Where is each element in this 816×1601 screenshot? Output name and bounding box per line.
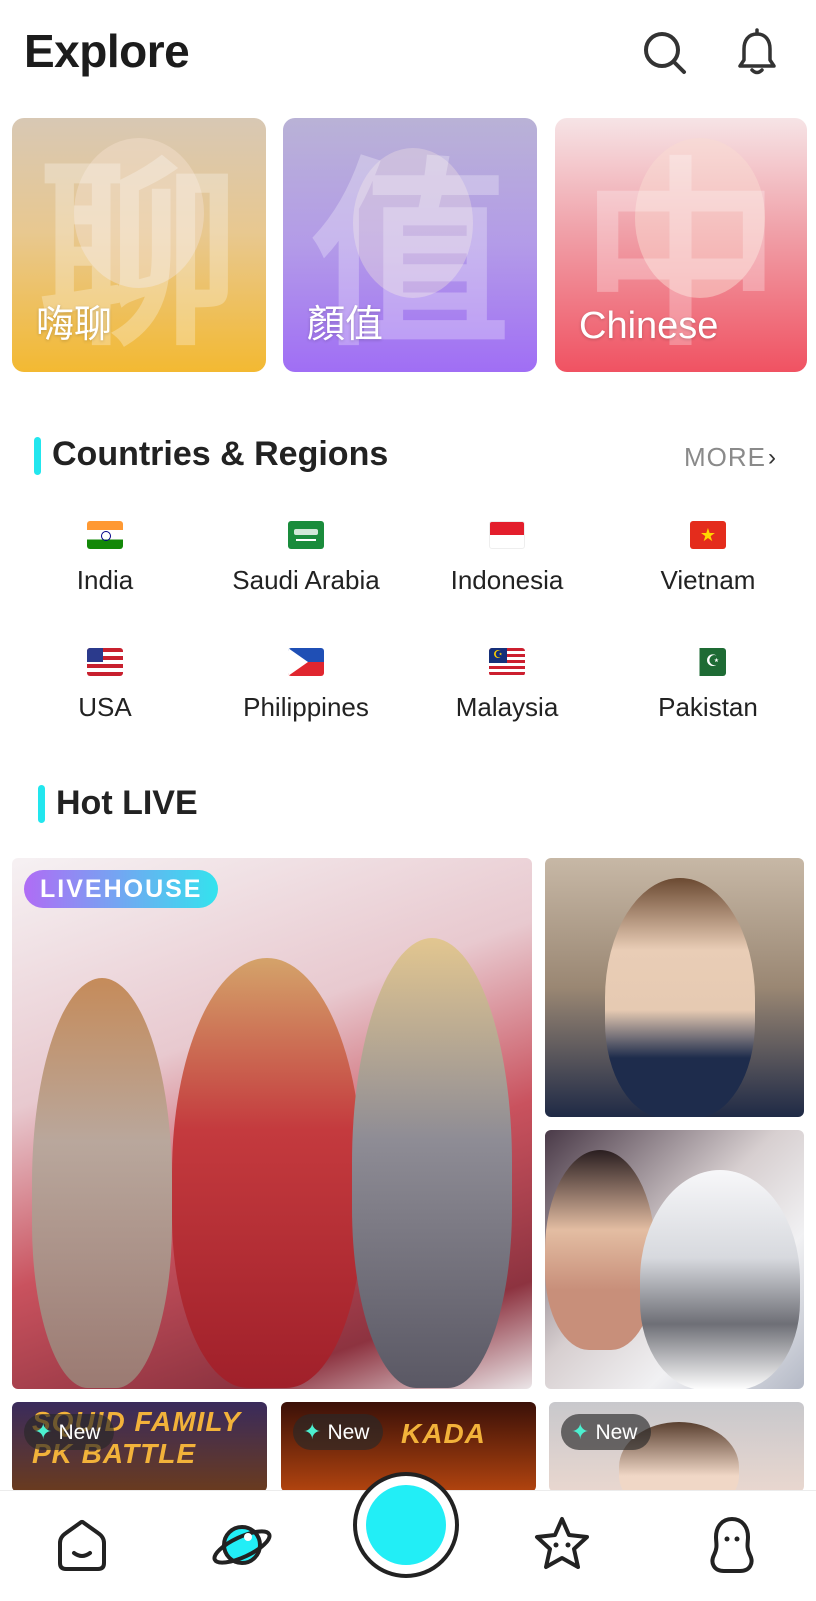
live-room-tile[interactable] — [545, 1130, 804, 1389]
country-item-usa[interactable]: USA — [10, 648, 200, 723]
performer-image — [352, 938, 512, 1388]
country-item-saudi-arabia[interactable]: Saudi Arabia — [211, 521, 401, 596]
country-item-philippines[interactable]: Philippines — [211, 648, 401, 723]
country-item-vietnam[interactable]: ★ Vietnam — [613, 521, 803, 596]
philippines-flag-icon — [288, 648, 324, 676]
explore-planet-icon[interactable] — [210, 1513, 274, 1577]
live-room-tile[interactable]: SQUID FAMILY PK BATTLE ✦ New — [12, 1402, 267, 1492]
new-pill: ✦ New — [24, 1414, 115, 1450]
country-name: USA — [78, 692, 132, 722]
more-link[interactable]: MORE — [684, 442, 766, 473]
performer-image — [172, 958, 362, 1388]
category-label: 嗨聊 — [36, 304, 113, 346]
live-room-tile-livehouse[interactable]: LIVEHOUSE — [12, 858, 532, 1389]
category-card-looks[interactable]: 值 顏值 — [283, 118, 537, 372]
country-name: Malaysia — [455, 692, 559, 722]
new-pill: ✦ New — [561, 1414, 652, 1450]
country-name: Indonesia — [450, 565, 564, 595]
live-button-core — [366, 1485, 446, 1565]
indonesia-flag-icon — [489, 521, 525, 549]
section-accent-bar — [38, 785, 45, 823]
vietnam-flag-icon: ★ — [690, 521, 726, 549]
go-live-button[interactable] — [353, 1472, 459, 1578]
category-card-haichat[interactable]: 聊 嗨聊 — [12, 118, 266, 372]
streamer-image — [545, 1150, 655, 1350]
category-label: Chinese — [579, 305, 719, 347]
hot-live-title: Hot LIVE — [56, 784, 198, 822]
live-room-tile[interactable]: ✦ New — [549, 1402, 804, 1492]
country-name: Vietnam — [660, 565, 756, 595]
sparkle-icon: ✦ — [34, 1419, 53, 1444]
chevron-right-icon[interactable]: › — [768, 444, 776, 472]
sparkle-icon: ✦ — [571, 1419, 590, 1444]
country-name: India — [76, 565, 134, 595]
india-flag-icon — [87, 521, 123, 549]
country-name: Pakistan — [658, 692, 758, 722]
home-icon[interactable] — [50, 1513, 114, 1577]
country-name: Saudi Arabia — [232, 565, 380, 595]
country-item-indonesia[interactable]: Indonesia — [412, 521, 602, 596]
countries-section-title: Countries & Regions — [52, 435, 389, 473]
new-pill: ✦ New — [293, 1414, 384, 1450]
pakistan-flag-icon: ☪ — [690, 648, 726, 676]
bell-icon[interactable] — [732, 28, 782, 78]
performer-image — [32, 978, 172, 1388]
usa-flag-icon — [87, 648, 123, 676]
live-room-tile[interactable] — [545, 858, 804, 1117]
section-accent-bar — [34, 437, 41, 475]
header: Explore — [0, 0, 816, 108]
country-item-malaysia[interactable]: ☪ Malaysia — [412, 648, 602, 723]
saudi-arabia-flag-icon — [288, 521, 324, 549]
streamer-image — [605, 878, 755, 1117]
tile-overlay-text: KADA — [401, 1418, 486, 1449]
country-item-pakistan[interactable]: ☪ Pakistan — [613, 648, 803, 723]
livehouse-badge: LIVEHOUSE — [24, 870, 219, 908]
country-name: Philippines — [243, 692, 369, 722]
profile-icon[interactable] — [700, 1513, 764, 1577]
country-item-india[interactable]: India — [10, 521, 200, 596]
malaysia-flag-icon: ☪ — [489, 648, 525, 676]
dog-image — [640, 1170, 800, 1389]
sparkle-icon: ✦ — [303, 1419, 322, 1444]
search-icon[interactable] — [640, 28, 690, 78]
category-card-chinese[interactable]: 中 Chinese — [555, 118, 807, 372]
page-title: Explore — [24, 25, 190, 77]
favorites-star-icon[interactable] — [530, 1513, 594, 1577]
category-label: 顏值 — [307, 304, 384, 346]
